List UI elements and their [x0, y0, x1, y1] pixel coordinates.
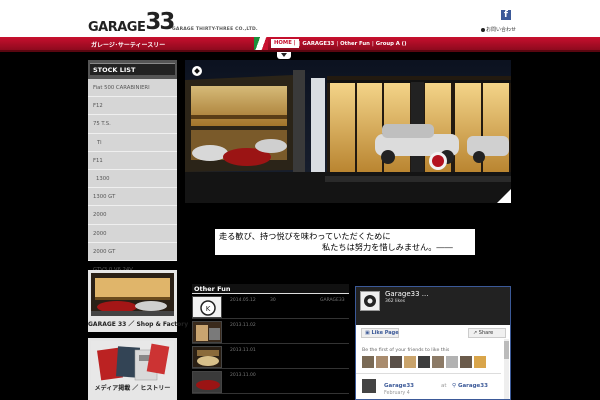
nav-garage33[interactable]: GARAGE33 — [300, 41, 336, 47]
stock-list-title: STOCK LIST — [93, 66, 136, 74]
nav-other-fun[interactable]: Other Fun — [338, 41, 372, 47]
hero-garage-photo — [185, 60, 511, 203]
company-name: GARAGE THIRTY-THREE CO.,LTD. — [172, 27, 258, 32]
post-date: 2014.05.12 — [230, 298, 256, 303]
bullet-icon — [481, 27, 485, 32]
tagline-line-1: 走る歓び、持つ悦びを味わっていただくために — [219, 231, 391, 241]
nav-group-a[interactable]: Group A () — [374, 41, 409, 47]
stock-item-75-ts[interactable]: 75 T.S. — [88, 115, 177, 134]
facebook-page-widget: Garage33 ... 362 likes ▣ Like Page ↗ Sha… — [355, 286, 511, 400]
stock-item-1300[interactable]: 1300 — [88, 170, 177, 189]
share-icon: ↗ — [473, 330, 478, 336]
scrollbar-thumb[interactable] — [504, 341, 509, 359]
avatar[interactable] — [362, 356, 374, 368]
avatar[interactable] — [376, 356, 388, 368]
thumbnail — [192, 321, 222, 343]
tagline-box: 走る歓び、持つ悦びを味わっていただくために 私たちは努力を惜しみません。―― — [215, 229, 475, 255]
avatar[interactable] — [474, 356, 486, 368]
facebook-share-button[interactable]: ↗ Share — [468, 328, 506, 338]
friends-like-prompt: Be the first of your friends to like thi… — [362, 348, 450, 353]
shop-factory-label: GARAGE 33 ／ Shop & Factory — [88, 321, 189, 328]
stock-list-header: STOCK LIST — [88, 60, 177, 79]
site-title-kana: ガレージ･サーティースリー — [91, 42, 166, 49]
thumbnail — [192, 371, 222, 393]
stock-item-2000-b[interactable]: 2000 — [88, 225, 177, 243]
post-author-avatar[interactable] — [362, 379, 376, 393]
facebook-cover: Garage33 ... 362 likes — [356, 287, 510, 325]
shop-photo — [91, 273, 174, 316]
friend-avatars — [362, 356, 486, 368]
other-fun-title: Other Fun — [194, 285, 231, 293]
avatar[interactable] — [418, 356, 430, 368]
divider — [356, 373, 501, 374]
avatar[interactable] — [404, 356, 416, 368]
site-header: GARAGE 33 GARAGE THIRTY-THREE CO.,LTD. f… — [0, 0, 600, 37]
stock-item-2000-a[interactable]: 2000 — [88, 206, 177, 225]
shop-factory-banner[interactable]: GARAGE 33 ／ Shop & Factory — [88, 270, 189, 332]
tagline-line-2: 私たちは努力を惜しみません。―― — [322, 242, 453, 252]
other-fun-section: Other Fun K 2014.05.12 30 GARAGE33 2013.… — [192, 284, 349, 394]
post-author: GARAGE33 — [320, 298, 345, 303]
stock-item-f11[interactable]: F11 — [88, 152, 177, 170]
hero-corner-icon — [497, 189, 511, 203]
svg-text:K: K — [206, 305, 211, 313]
thumbnail: K — [192, 296, 222, 318]
italian-flag-icon — [254, 37, 268, 50]
post-date: February 4 — [384, 391, 410, 396]
thumbnail — [192, 346, 222, 368]
facebook-scrollbar[interactable] — [504, 339, 509, 399]
list-item[interactable]: 2013.11.02 — [192, 319, 349, 344]
location-pin-icon: ⚲ — [452, 383, 457, 389]
stock-list: STOCK LIST Fiat 500 CARABINIERI F12 75 T… — [88, 60, 177, 280]
contact-link[interactable]: お問い合わせ — [481, 26, 516, 33]
logo-number: 33 — [145, 9, 175, 36]
facebook-page-name[interactable]: Garage33 ... — [385, 290, 428, 298]
post-location[interactable]: ⚲ Garage33 — [452, 383, 488, 389]
facebook-like-count: 362 likes — [385, 299, 406, 304]
hero-badge-icon — [192, 66, 202, 76]
post-date: 2013.11.02 — [230, 323, 256, 328]
list-item[interactable]: 2013.11.00 — [192, 369, 349, 394]
facebook-icon[interactable]: f — [501, 10, 511, 20]
stock-item-2000-gt[interactable]: 2000 GT — [88, 243, 177, 261]
stock-item-ti[interactable]: Ti — [88, 134, 177, 152]
media-history-banner[interactable]: メディア掲載 ／ ヒストリー — [88, 338, 177, 400]
nav-bar-shadow — [0, 50, 600, 52]
list-item[interactable]: 2013.11.01 — [192, 344, 349, 369]
post-at-text: at — [441, 383, 447, 389]
avatar[interactable] — [446, 356, 458, 368]
avatar[interactable] — [390, 356, 402, 368]
thumbs-up-icon: ▣ — [365, 330, 370, 336]
list-item[interactable]: K 2014.05.12 30 GARAGE33 — [192, 294, 349, 319]
post-author-name[interactable]: Garage33 — [384, 383, 414, 389]
site-logo[interactable]: GARAGE 33 — [88, 9, 175, 36]
stock-item-1300-gt[interactable]: 1300 GT — [88, 188, 177, 207]
other-fun-header: Other Fun — [192, 284, 349, 294]
avatar[interactable] — [432, 356, 444, 368]
chevron-down-icon — [281, 53, 287, 57]
contact-label: お問い合わせ — [486, 27, 517, 33]
stock-item-fiat-500[interactable]: Fiat 500 CARABINIERI — [88, 79, 177, 98]
post-count: 30 — [270, 298, 276, 303]
garage-storefront-image — [185, 60, 511, 203]
magazine-photo — [91, 341, 174, 386]
avatar[interactable] — [460, 356, 472, 368]
nav-home[interactable]: HOME | — [271, 39, 299, 48]
stock-item-f12[interactable]: F12 — [88, 97, 177, 116]
main-nav: HOME | | GARAGE33 | Other Fun | Group A … — [271, 37, 409, 50]
post-date: 2013.11.01 — [230, 348, 256, 353]
media-history-label: メディア掲載 ／ ヒストリー — [94, 385, 171, 392]
logo-word: GARAGE — [88, 20, 146, 35]
scroll-toggle-button[interactable] — [277, 52, 291, 59]
facebook-like-button[interactable]: ▣ Like Page — [361, 328, 399, 338]
facebook-profile-picture[interactable] — [360, 291, 380, 311]
post-date: 2013.11.00 — [230, 373, 256, 378]
